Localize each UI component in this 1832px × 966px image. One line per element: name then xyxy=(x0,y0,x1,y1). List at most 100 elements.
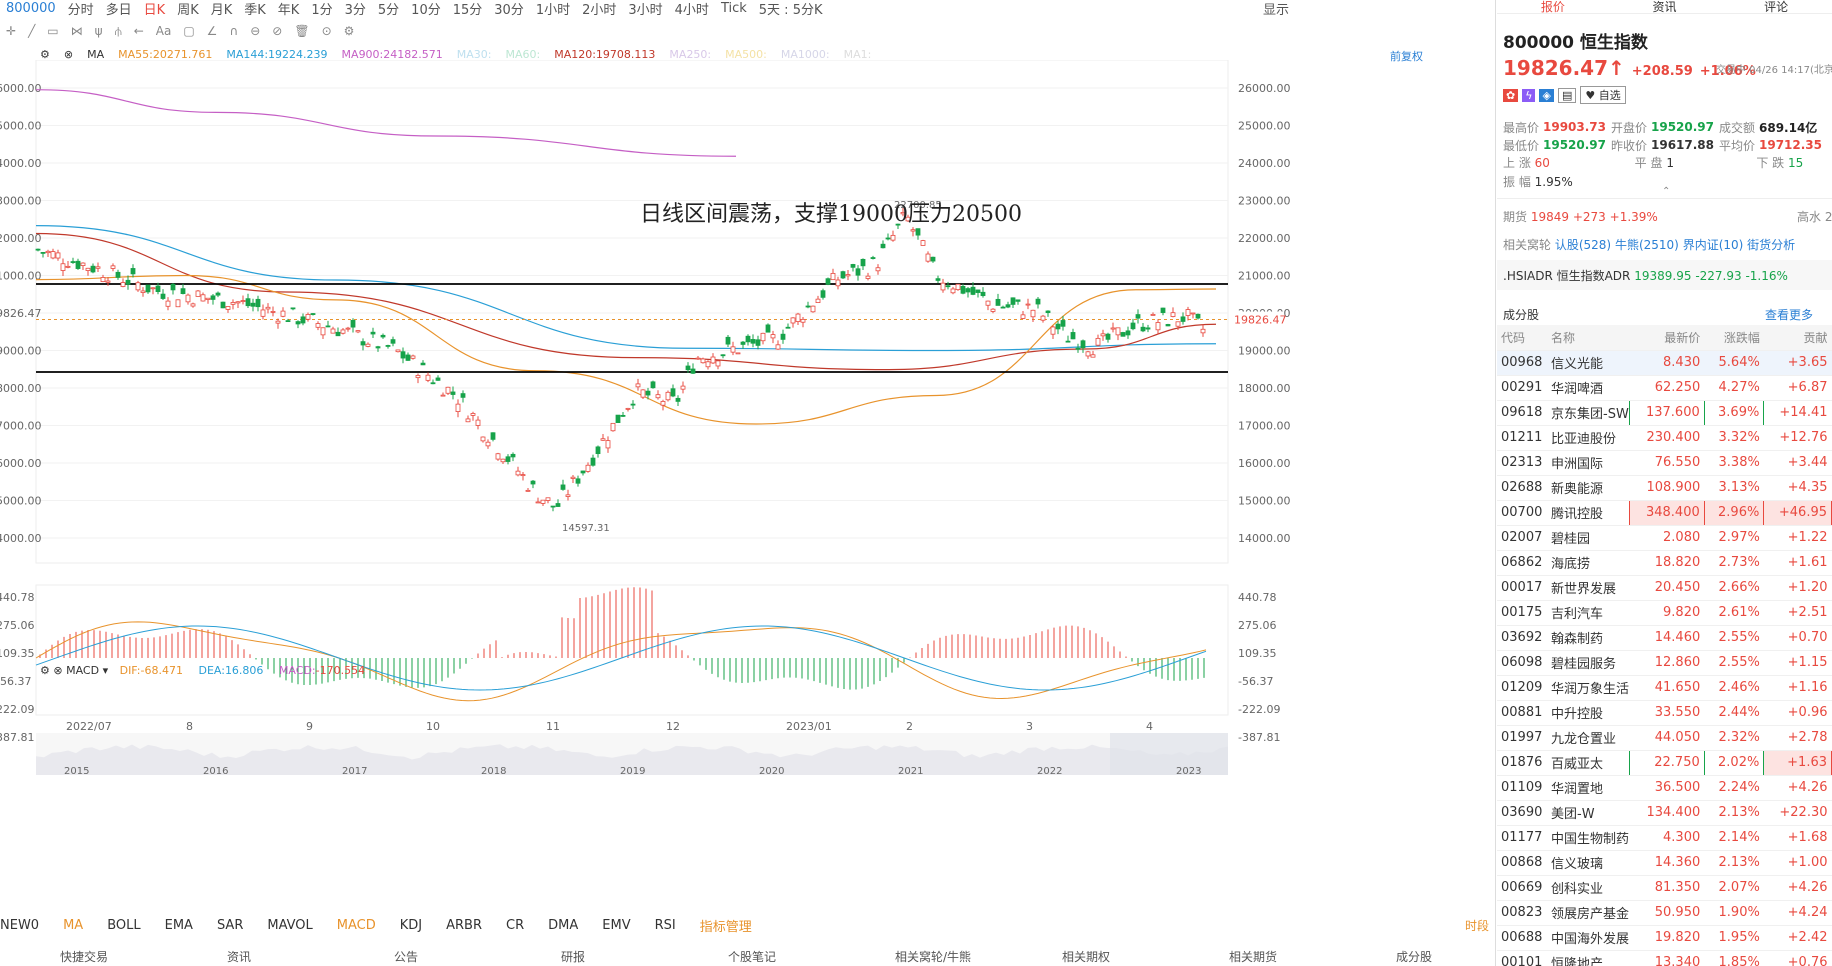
period-11[interactable]: 15分 xyxy=(447,0,489,18)
hide-icon[interactable]: ⊘ xyxy=(266,24,288,38)
table-row[interactable]: 06098 碧桂园服务 12.860 2.55% +1.15 xyxy=(1497,650,1832,676)
indicator-6[interactable]: MACD xyxy=(337,918,376,933)
warrant-inline[interactable]: 界内证(10) xyxy=(1683,238,1744,252)
indicator-8[interactable]: ARBR xyxy=(446,918,482,933)
period-12[interactable]: 30分 xyxy=(488,0,530,18)
bottom-tab-0[interactable]: 快捷交易 xyxy=(60,948,108,965)
table-row[interactable]: 03690 美团-W 134.400 2.13% +22.30 xyxy=(1497,800,1832,826)
bolt-icon[interactable]: ϟ xyxy=(1522,88,1536,102)
table-row[interactable]: 01109 华润置地 36.500 2.24% +4.26 xyxy=(1497,775,1832,801)
period-16[interactable]: 4小时 xyxy=(669,0,715,18)
macd-name[interactable]: MACD xyxy=(66,664,99,677)
table-row[interactable]: 02007 碧桂园 2.080 2.97% +1.22 xyxy=(1497,525,1832,551)
period-6[interactable]: 年K xyxy=(272,0,306,18)
table-row[interactable]: 00881 中升控股 33.550 2.44% +0.96 xyxy=(1497,700,1832,726)
chart-area[interactable]: 26000.006000.0025000.005000.0024000.0040… xyxy=(0,60,1495,920)
overview-window[interactable] xyxy=(1110,733,1228,775)
period-10[interactable]: 10分 xyxy=(405,0,447,18)
period-15[interactable]: 3小时 xyxy=(622,0,668,18)
period-3[interactable]: 周K xyxy=(171,0,205,18)
period-9[interactable]: 5分 xyxy=(372,0,405,18)
period-2[interactable]: 日K xyxy=(138,0,172,18)
fav-button[interactable]: ♥ 自选 xyxy=(1580,86,1626,104)
period-4[interactable]: 月K xyxy=(205,0,239,18)
display-button[interactable]: 显示 xyxy=(1257,0,1295,18)
period-7[interactable]: 1分 xyxy=(305,0,338,18)
indicator-3[interactable]: EMA xyxy=(165,918,193,933)
col-header[interactable]: 涨跌幅 xyxy=(1704,325,1764,351)
col-header[interactable]: 名称 xyxy=(1547,325,1630,351)
warrant-analysis[interactable]: 街货分析 xyxy=(1747,238,1795,252)
table-row[interactable]: 00017 新世界发展 20.450 2.66% +1.20 xyxy=(1497,575,1832,601)
col-header[interactable]: 最新价 xyxy=(1629,325,1705,351)
table-row[interactable]: 01211 比亚迪股份 230.400 3.32% +12.76 xyxy=(1497,425,1832,451)
panel-tab-2[interactable]: 评论 xyxy=(1764,0,1788,15)
indicator-10[interactable]: DMA xyxy=(548,918,578,933)
flag-icon[interactable]: ✿ xyxy=(1503,88,1519,102)
table-row[interactable]: 00968 信义光能 8.430 5.64% +3.65 xyxy=(1497,350,1832,376)
table-row[interactable]: 02688 新奥能源 108.900 3.13% +4.35 xyxy=(1497,475,1832,501)
indicator-4[interactable]: SAR xyxy=(217,918,243,933)
table-row[interactable]: 00291 华润啤酒 62.250 4.27% +6.87 xyxy=(1497,375,1832,401)
period-17[interactable]: Tick xyxy=(715,1,753,16)
period-14[interactable]: 2小时 xyxy=(576,0,622,18)
period-1[interactable]: 多日 xyxy=(100,0,138,18)
lock-icon[interactable]: ⊖ xyxy=(244,24,266,38)
table-row[interactable]: 00688 中国海外发展 19.820 1.95% +2.42 xyxy=(1497,925,1832,951)
table-row[interactable]: 00700 腾讯控股 348.400 2.96% +46.95 xyxy=(1497,499,1832,526)
table-row[interactable]: 00868 信义玻璃 14.360 2.13% +1.00 xyxy=(1497,850,1832,876)
doc-icon[interactable]: ▤ xyxy=(1557,87,1577,103)
indicator-13[interactable]: 指标管理 xyxy=(700,916,752,935)
rect-icon[interactable]: ▭ xyxy=(41,24,64,38)
bottom-tab-4[interactable]: 个股笔记 xyxy=(728,948,776,965)
period-0[interactable]: 分时 xyxy=(62,0,100,18)
close-icon[interactable]: ⊗ xyxy=(53,664,62,677)
indicator-5[interactable]: MAVOL xyxy=(267,918,312,933)
period-13[interactable]: 1小时 xyxy=(530,0,576,18)
col-header[interactable]: 贡献 xyxy=(1763,325,1832,351)
indicator-2[interactable]: BOLL xyxy=(107,918,140,933)
table-row[interactable]: 00669 创科实业 81.350 2.07% +4.26 xyxy=(1497,875,1832,901)
fork-icon[interactable]: ⫛ xyxy=(109,24,128,39)
table-row[interactable]: 01177 中国生物制药 4.300 2.14% +1.68 xyxy=(1497,825,1832,851)
indicator-1[interactable]: MA xyxy=(63,918,83,933)
bottom-tab-7[interactable]: 相关期货 xyxy=(1229,948,1277,965)
period-5[interactable]: 季K xyxy=(238,0,272,18)
table-row[interactable]: 00823 领展房产基金 50.950 1.90% +4.24 xyxy=(1497,900,1832,926)
period-18[interactable]: 5天 : 5分K xyxy=(753,0,829,18)
indicator-9[interactable]: CR xyxy=(506,918,524,933)
tag-icon[interactable]: ◈ xyxy=(1539,88,1554,102)
table-row[interactable]: 09618 京东集团-SW 137.600 3.69% +14.41 xyxy=(1497,399,1832,426)
pitchfork-icon[interactable]: ψ xyxy=(89,24,109,38)
panel-tab-1[interactable]: 资讯 xyxy=(1652,0,1676,15)
table-row[interactable]: 03692 翰森制药 14.460 2.55% +0.70 xyxy=(1497,625,1832,651)
table-row[interactable]: 01209 华润万象生活 41.650 2.46% +1.16 xyxy=(1497,675,1832,701)
indicator-7[interactable]: KDJ xyxy=(400,918,422,933)
settings-icon[interactable]: ⚙ xyxy=(40,664,50,677)
bottom-tab-2[interactable]: 公告 xyxy=(394,948,418,965)
view-more-link[interactable]: 查看更多 xyxy=(1765,306,1813,323)
ruler-icon[interactable]: ∠ xyxy=(201,24,224,38)
table-row[interactable]: 00175 吉利汽车 9.820 2.61% +2.51 xyxy=(1497,600,1832,626)
arrow-icon[interactable]: ← xyxy=(128,24,150,38)
col-header[interactable]: 代码 xyxy=(1497,325,1547,351)
indicator-11[interactable]: EMV xyxy=(602,918,630,933)
indicator-0[interactable]: NEW0 xyxy=(0,918,39,933)
table-row[interactable]: 06862 海底捞 18.820 2.73% +1.61 xyxy=(1497,550,1832,576)
stock-code[interactable]: 800000 xyxy=(0,1,62,16)
table-row[interactable]: 02313 申洲国际 76.550 3.38% +3.44 xyxy=(1497,450,1832,476)
comment-icon[interactable]: ▢ xyxy=(177,24,200,38)
crosshair-icon[interactable]: ✛ xyxy=(0,24,22,38)
warrant-cbbc[interactable]: 牛熊(2510) xyxy=(1615,238,1679,252)
settings-icon[interactable]: ⚙ xyxy=(338,24,361,38)
text-icon[interactable]: Aa xyxy=(150,24,178,38)
period-8[interactable]: 3分 xyxy=(339,0,372,18)
bottom-tab-5[interactable]: 相关窝轮/牛熊 xyxy=(895,948,971,965)
bottom-tab-6[interactable]: 相关期权 xyxy=(1062,948,1110,965)
magnet-icon[interactable]: ∩ xyxy=(223,24,244,38)
table-row[interactable]: 00101 恒隆地产 13.340 1.85% +0.76 xyxy=(1497,950,1832,966)
bottom-tab-1[interactable]: 资讯 xyxy=(227,948,251,965)
bottom-tab-3[interactable]: 研报 xyxy=(561,948,585,965)
trash-icon[interactable]: 🗑 xyxy=(288,24,315,38)
bottom-tab-8[interactable]: 成分股 xyxy=(1396,948,1432,965)
